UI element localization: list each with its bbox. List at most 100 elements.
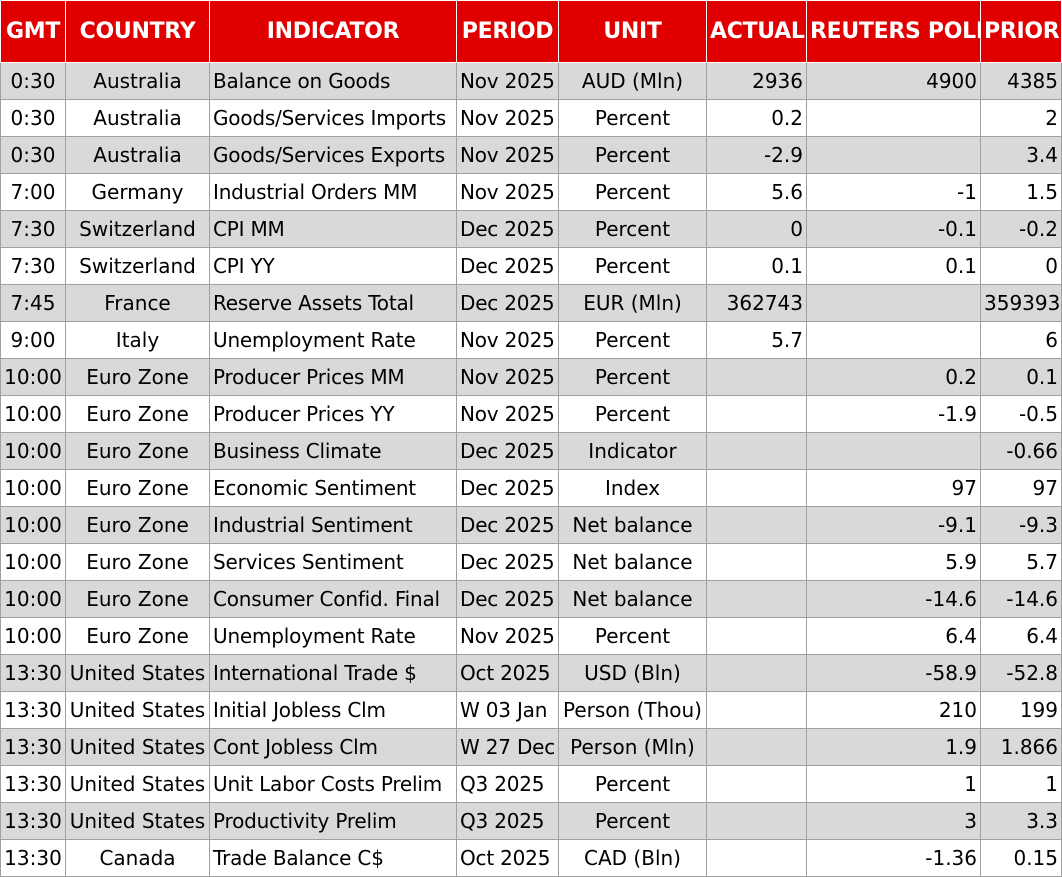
cell-country: United States: [65, 765, 210, 803]
cell-prior: 1: [980, 765, 1062, 803]
cell-unit: Net balance: [558, 506, 707, 544]
cell-country: Euro Zone: [65, 432, 210, 470]
cell-gmt: 9:00: [0, 321, 66, 359]
cell-actual: [706, 802, 807, 840]
cell-unit: USD (Bln): [558, 654, 707, 692]
cell-period: Nov 2025: [456, 62, 559, 100]
cell-actual: [706, 617, 807, 655]
cell-gmt: 0:30: [0, 99, 66, 137]
cell-reuters-poll: 3: [806, 802, 981, 840]
cell-unit: CAD (Bln): [558, 839, 707, 877]
cell-indicator: Trade Balance C$: [209, 839, 457, 877]
table-row: 10:00 Euro Zone Producer Prices YY Nov 2025…: [0, 395, 1062, 433]
cell-actual: [706, 358, 807, 396]
table-row: 10:00 Euro Zone Business Climate Dec 2025 In…: [0, 432, 1062, 470]
cell-reuters-poll: -9.1: [806, 506, 981, 544]
cell-gmt: 7:30: [0, 210, 66, 248]
cell-actual: [706, 654, 807, 692]
cell-country: Australia: [65, 99, 210, 137]
cell-unit: Net balance: [558, 543, 707, 581]
cell-unit: Percent: [558, 617, 707, 655]
cell-indicator: Industrial Sentiment: [209, 506, 457, 544]
cell-period: W 27 Dec: [456, 728, 559, 766]
cell-prior: 0.15: [980, 839, 1062, 877]
cell-period: Nov 2025: [456, 173, 559, 211]
cell-unit: Percent: [558, 395, 707, 433]
cell-unit: Percent: [558, 173, 707, 211]
cell-country: Australia: [65, 136, 210, 174]
header-unit: UNIT: [558, 0, 707, 63]
header-actual: ACTUAL: [706, 0, 807, 63]
cell-gmt: 10:00: [0, 469, 66, 507]
cell-reuters-poll: [806, 136, 981, 174]
cell-period: Dec 2025: [456, 247, 559, 285]
cell-reuters-poll: 5.9: [806, 543, 981, 581]
cell-reuters-poll: 1.9: [806, 728, 981, 766]
cell-reuters-poll: -58.9: [806, 654, 981, 692]
table-row: 7:30 Switzerland CPI YY Dec 2025 Percent 0.1 0…: [0, 247, 1062, 285]
table-row: 13:30 United States Initial Jobless Clm W 0…: [0, 691, 1062, 729]
header-period: PERIOD: [456, 0, 559, 63]
cell-country: Switzerland: [65, 210, 210, 248]
cell-unit: Person (Thou): [558, 691, 707, 729]
cell-country: United States: [65, 691, 210, 729]
cell-period: Nov 2025: [456, 395, 559, 433]
cell-period: Nov 2025: [456, 99, 559, 137]
cell-reuters-poll: 6.4: [806, 617, 981, 655]
cell-gmt: 13:30: [0, 728, 66, 766]
cell-period: Nov 2025: [456, 617, 559, 655]
cell-actual: [706, 432, 807, 470]
cell-prior: 0: [980, 247, 1062, 285]
cell-indicator: Goods/Services Exports: [209, 136, 457, 174]
cell-prior: 1.5: [980, 173, 1062, 211]
table-body: 0:30 Australia Balance on Goods Nov 2025 AUD…: [0, 62, 1062, 877]
table-row: 0:30 Australia Goods/Services Imports Nov 2…: [0, 99, 1062, 137]
cell-indicator: International Trade $: [209, 654, 457, 692]
cell-indicator: Goods/Services Imports: [209, 99, 457, 137]
header-gmt: GMT: [0, 0, 66, 63]
cell-unit: AUD (Mln): [558, 62, 707, 100]
cell-prior: -14.6: [980, 580, 1062, 618]
table-row: 7:30 Switzerland CPI MM Dec 2025 Percent 0 -0.…: [0, 210, 1062, 248]
cell-indicator: Reserve Assets Total: [209, 284, 457, 322]
cell-period: Dec 2025: [456, 543, 559, 581]
cell-gmt: 10:00: [0, 395, 66, 433]
cell-unit: Percent: [558, 802, 707, 840]
cell-prior: 5.7: [980, 543, 1062, 581]
cell-reuters-poll: -1.36: [806, 839, 981, 877]
cell-indicator: Business Climate: [209, 432, 457, 470]
cell-period: Q3 2025: [456, 765, 559, 803]
cell-indicator: Unit Labor Costs Prelim: [209, 765, 457, 803]
cell-period: Nov 2025: [456, 358, 559, 396]
cell-prior: 3.4: [980, 136, 1062, 174]
cell-unit: Indicator: [558, 432, 707, 470]
cell-prior: 3.3: [980, 802, 1062, 840]
cell-unit: Percent: [558, 210, 707, 248]
cell-country: Euro Zone: [65, 543, 210, 581]
cell-gmt: 13:30: [0, 691, 66, 729]
cell-reuters-poll: [806, 321, 981, 359]
cell-actual: -2.9: [706, 136, 807, 174]
cell-indicator: Economic Sentiment: [209, 469, 457, 507]
cell-prior: -9.3: [980, 506, 1062, 544]
cell-reuters-poll: -14.6: [806, 580, 981, 618]
cell-country: Canada: [65, 839, 210, 877]
cell-unit: Percent: [558, 765, 707, 803]
cell-actual: 0.2: [706, 99, 807, 137]
cell-period: Nov 2025: [456, 321, 559, 359]
cell-period: Dec 2025: [456, 469, 559, 507]
cell-gmt: 7:30: [0, 247, 66, 285]
cell-country: Euro Zone: [65, 395, 210, 433]
cell-country: Euro Zone: [65, 506, 210, 544]
cell-prior: 1.866: [980, 728, 1062, 766]
table-row: 10:00 Euro Zone Unemployment Rate Nov 2025 P…: [0, 617, 1062, 655]
cell-prior: 6: [980, 321, 1062, 359]
cell-gmt: 10:00: [0, 358, 66, 396]
cell-actual: 2936: [706, 62, 807, 100]
cell-gmt: 10:00: [0, 617, 66, 655]
cell-prior: -0.66: [980, 432, 1062, 470]
cell-reuters-poll: -1: [806, 173, 981, 211]
cell-actual: 0.1: [706, 247, 807, 285]
cell-unit: EUR (Mln): [558, 284, 707, 322]
cell-gmt: 10:00: [0, 506, 66, 544]
